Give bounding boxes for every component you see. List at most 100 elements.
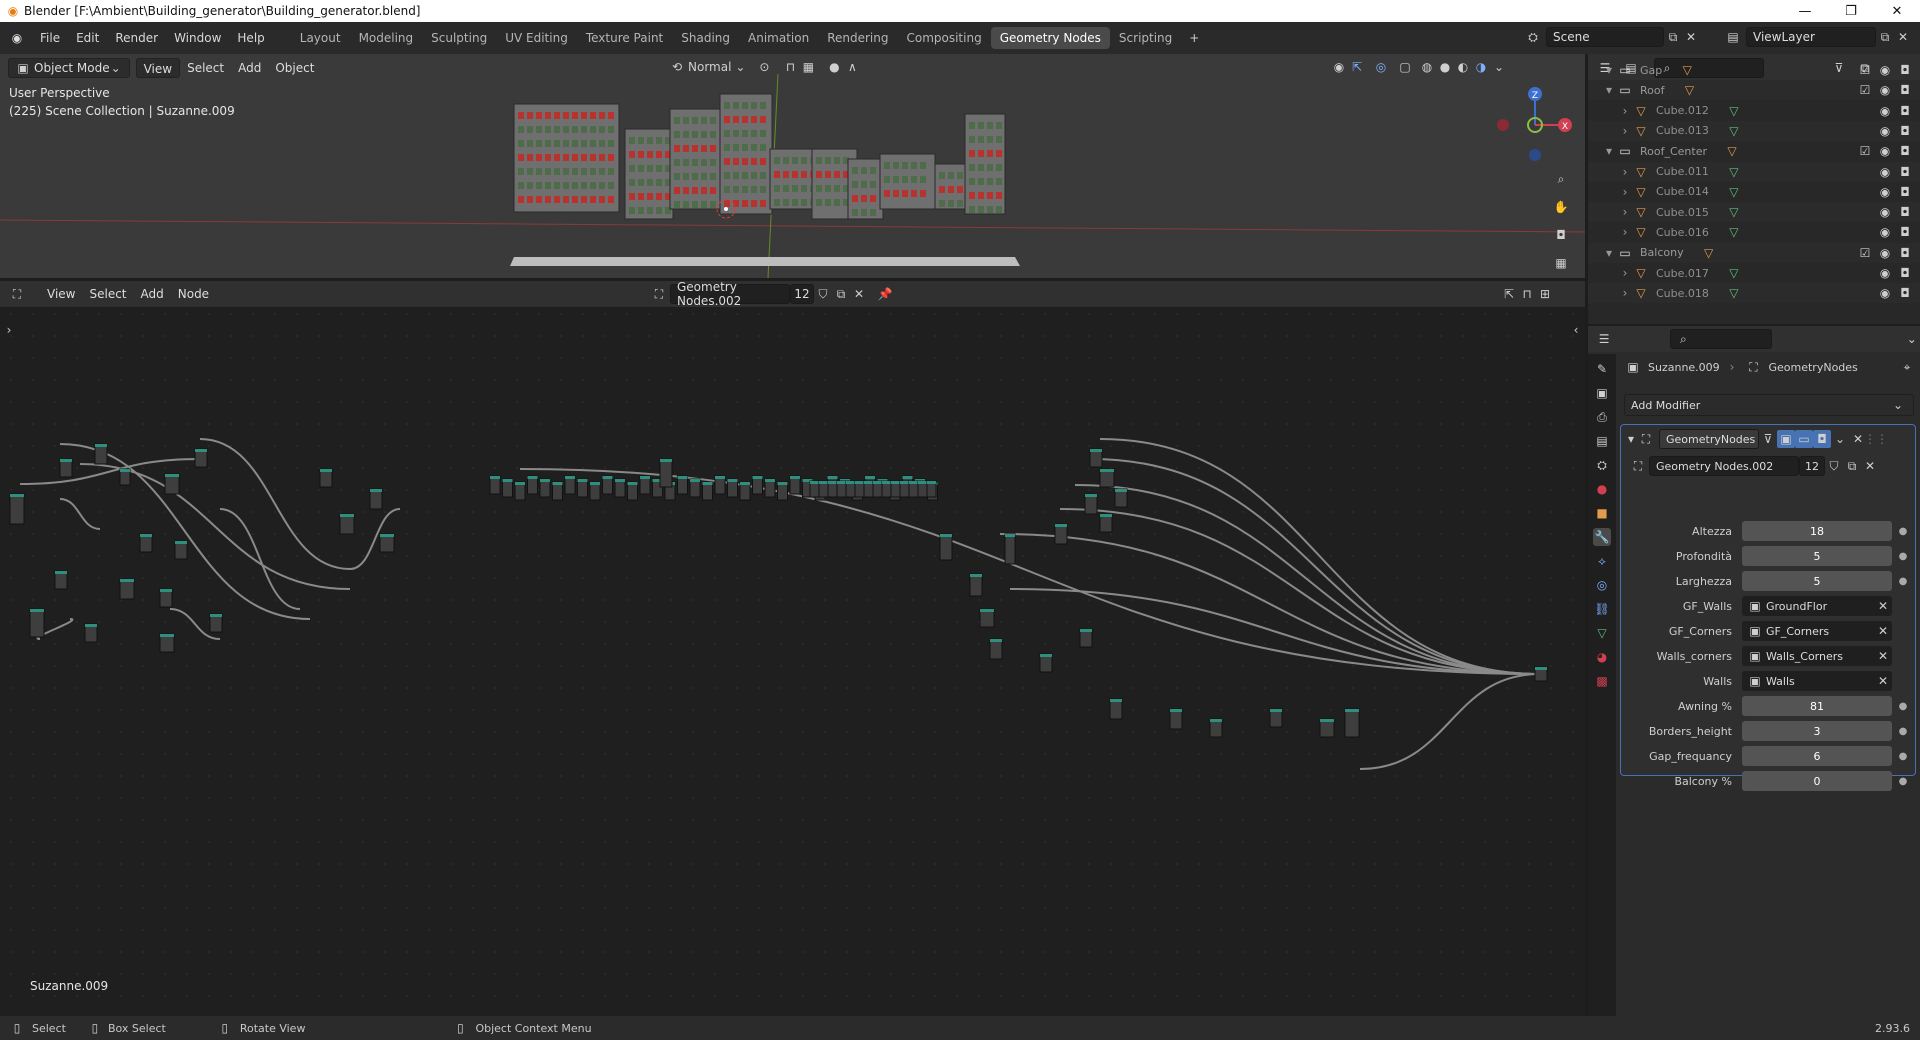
workspace-tab-rendering[interactable]: Rendering — [818, 27, 897, 49]
node-menu-select[interactable]: Select — [82, 284, 133, 304]
workspace-tab-animation[interactable]: Animation — [739, 27, 818, 49]
output-tab-icon[interactable]: ⎙ — [1593, 408, 1611, 426]
eye-icon[interactable]: ◉ — [1876, 203, 1894, 221]
render-toggle-icon[interactable]: ◘ — [1813, 430, 1831, 448]
number-field[interactable]: 0 — [1742, 771, 1892, 791]
chevron-down-icon[interactable]: ⌄ — [731, 58, 749, 76]
sidebar-toggle-left-icon[interactable]: › — [0, 321, 18, 339]
camera-icon[interactable]: ◘ — [1896, 223, 1914, 241]
orientation-label[interactable]: Normal — [688, 60, 731, 74]
duplicate-icon[interactable]: ⧉ — [1843, 457, 1861, 475]
keyframe-dot-icon[interactable]: ● — [1896, 576, 1910, 587]
camera-icon[interactable]: ◘ — [1896, 264, 1914, 282]
modifier-tab-icon[interactable]: 🔧 — [1593, 528, 1611, 546]
node-editor[interactable]: ⛶ View Select Add Node ⛶ Geometry Nodes.002… — [0, 281, 1585, 1016]
menu-window[interactable]: Window — [166, 27, 229, 49]
blender-menu-icon[interactable]: ◉ — [8, 29, 26, 47]
eye-icon[interactable]: ◉ — [1876, 284, 1894, 302]
eye-icon[interactable]: ◉ — [1876, 102, 1894, 120]
keyframe-dot-icon[interactable]: ● — [1896, 551, 1910, 562]
outliner-object[interactable]: › ▽ Cube.017 ▽ ◉ ◘ — [1588, 263, 1920, 283]
camera-icon[interactable]: ◘ — [1896, 183, 1914, 201]
minimize-icon[interactable]: — — [1782, 0, 1828, 22]
parent-node-icon[interactable]: ⇱ — [1500, 285, 1518, 303]
eye-icon[interactable]: ◉ — [1876, 163, 1894, 181]
camera-view-icon[interactable]: ◘ — [1552, 226, 1570, 244]
workspace-tab-layout[interactable]: Layout — [291, 27, 350, 49]
snap-icon[interactable]: ⊓ — [1518, 285, 1536, 303]
navigation-gizmo[interactable]: Z X — [1495, 82, 1575, 162]
sidebar-toggle-right-icon[interactable]: ‹ — [1567, 321, 1585, 339]
keyframe-dot-icon[interactable]: ● — [1896, 726, 1910, 737]
menu-file[interactable]: File — [32, 27, 68, 49]
workspace-tab-scripting[interactable]: Scripting — [1110, 27, 1181, 49]
node-tree-browse-icon[interactable]: ⛶ — [650, 285, 668, 303]
outliner-collection[interactable]: ▾ ▭ Gap ▽ ☑ ◉ ◘ — [1588, 60, 1920, 80]
physics-tab-icon[interactable]: ◎ — [1593, 576, 1611, 594]
delete-scene-icon[interactable]: ✕ — [1682, 28, 1700, 46]
new-view-layer-icon[interactable]: ⧉ — [1876, 28, 1894, 46]
view-layer-tab-icon[interactable]: ▤ — [1593, 432, 1611, 450]
data-tab-icon[interactable]: ▽ — [1593, 624, 1611, 642]
tool-tab-icon[interactable]: ✎ — [1593, 360, 1611, 378]
material-tab-icon[interactable]: ◕ — [1593, 648, 1611, 666]
number-field[interactable]: 6 — [1742, 746, 1892, 766]
eye-icon[interactable]: ◉ — [1876, 244, 1894, 262]
checkbox-icon[interactable]: ☑ — [1856, 244, 1874, 262]
workspace-tab-shading[interactable]: Shading — [672, 27, 739, 49]
expand-arrow-icon[interactable]: › — [1618, 102, 1632, 120]
add-workspace-icon[interactable]: + — [1185, 29, 1203, 47]
eye-icon[interactable]: ◉ — [1876, 122, 1894, 140]
material-shading-icon[interactable]: ◐ — [1454, 58, 1472, 76]
expand-arrow-icon[interactable]: › — [1618, 203, 1632, 221]
texture-tab-icon[interactable]: ▩ — [1593, 672, 1611, 690]
workspace-tab-modeling[interactable]: Modeling — [350, 27, 423, 49]
number-field[interactable]: 5 — [1742, 546, 1892, 566]
outliner-collection[interactable]: ▾ ▭ Roof ▽ ☑ ◉ ◘ — [1588, 80, 1920, 101]
drag-handle-icon[interactable]: ⋮⋮ — [1864, 430, 1888, 448]
visibility-icon[interactable]: ◉ — [1330, 58, 1348, 76]
keyframe-dot-icon[interactable]: ● — [1896, 776, 1910, 787]
pin-icon[interactable]: ⌖ — [1898, 358, 1916, 376]
snap-icon[interactable]: ⊓ — [781, 58, 799, 76]
viewport-menu-view[interactable]: View — [135, 58, 181, 78]
expand-arrow-icon[interactable]: › — [1618, 284, 1632, 302]
fake-user-shield-icon[interactable]: ⛉ — [814, 285, 832, 303]
expand-arrow-icon[interactable]: › — [1618, 183, 1632, 201]
node-menu-view[interactable]: View — [40, 284, 82, 304]
restore-icon[interactable]: ❐ — [1828, 0, 1874, 22]
clear-icon[interactable]: ✕ — [1874, 647, 1892, 665]
camera-icon[interactable]: ◘ — [1896, 163, 1914, 181]
wireframe-shading-icon[interactable]: ◍ — [1418, 58, 1436, 76]
render-tab-icon[interactable]: ▣ — [1593, 384, 1611, 402]
collapse-icon[interactable]: ▾ — [1625, 430, 1637, 448]
outliner-collection[interactable]: ▾ ▭ Balcony ▽ ☑ ◉ ◘ — [1588, 242, 1920, 263]
object-field[interactable]: ▣ GF_Corners ✕ — [1742, 621, 1892, 641]
rendered-shading-icon[interactable]: ◑ — [1472, 58, 1490, 76]
viewport-menu-select[interactable]: Select — [180, 58, 231, 78]
workspace-tab-compositing[interactable]: Compositing — [897, 27, 990, 49]
viewport-toggle-icon[interactable]: ▭ — [1795, 430, 1813, 448]
editor-type-icon[interactable]: ⛶ — [8, 285, 26, 303]
scene-field[interactable]: Scene — [1546, 27, 1664, 47]
snap-target-icon[interactable]: ▦ — [799, 58, 817, 76]
node-group-browse-icon[interactable]: ⛶ — [1629, 457, 1647, 475]
expand-arrow-icon[interactable]: › — [1618, 223, 1632, 241]
camera-icon[interactable]: ◘ — [1896, 122, 1914, 140]
menu-edit[interactable]: Edit — [68, 27, 107, 49]
node-menu-node[interactable]: Node — [171, 284, 216, 304]
camera-icon[interactable]: ◘ — [1896, 81, 1914, 99]
viewport-scene[interactable] — [0, 54, 1585, 278]
chevron-down-icon[interactable]: ⌄ — [1904, 330, 1920, 348]
zoom-icon[interactable]: ⌕ — [1552, 170, 1570, 188]
expand-arrow-icon[interactable]: ▾ — [1602, 142, 1616, 160]
xray-icon[interactable]: ▢ — [1396, 58, 1414, 76]
checkbox-icon[interactable]: ☑ — [1856, 142, 1874, 160]
object-tab-icon[interactable]: ■ — [1593, 504, 1611, 522]
pan-hand-icon[interactable]: ✋ — [1552, 198, 1570, 216]
view-layer-icon[interactable]: ▤ — [1724, 28, 1742, 46]
outliner-object[interactable]: › ▽ Cube.016 ▽ ◉ ◘ — [1588, 222, 1920, 242]
expand-arrow-icon[interactable]: › — [1618, 163, 1632, 181]
properties-search[interactable]: ⌕ — [1670, 329, 1772, 349]
clear-icon[interactable]: ✕ — [1874, 622, 1892, 640]
